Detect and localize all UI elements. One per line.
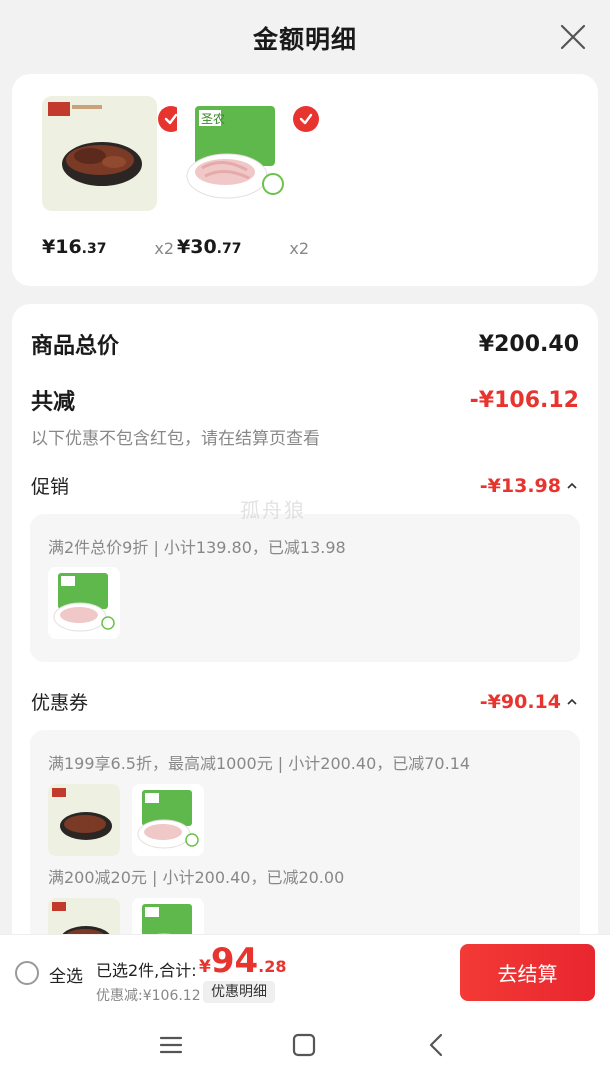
- home-icon[interactable]: [289, 1030, 319, 1060]
- close-icon[interactable]: [558, 22, 588, 52]
- promo-value: -¥13.98: [480, 475, 579, 497]
- coupon-value: -¥90.14: [480, 691, 579, 713]
- product-quantity: x2: [289, 239, 309, 258]
- chevron-up-icon[interactable]: [565, 479, 579, 493]
- product-price: ¥30.77: [177, 236, 242, 258]
- reduce-label: 共减: [31, 390, 76, 415]
- selected-products-card: ¥16.37 x2 圣农 ¥30.77 x2: [12, 74, 598, 286]
- watermark: 孤舟狼: [240, 498, 306, 522]
- subtotal-row: 商品总价 ¥200.40: [31, 328, 579, 360]
- menu-icon[interactable]: [156, 1030, 186, 1060]
- back-icon[interactable]: [422, 1030, 452, 1060]
- reduce-value: -¥106.12: [469, 387, 579, 413]
- chevron-up-icon[interactable]: [565, 695, 579, 709]
- page-title: 金额明细: [252, 25, 357, 54]
- subtotal-label: 商品总价: [31, 334, 120, 359]
- reduce-row: 共减 -¥106.12: [31, 384, 579, 416]
- product-thumbnail: [48, 784, 120, 856]
- coupon-label: 优惠券: [31, 692, 89, 714]
- product-image: [42, 96, 157, 211]
- checked-icon[interactable]: [293, 106, 319, 132]
- discount-amount: 优惠减:¥106.12: [96, 988, 201, 1004]
- product-item[interactable]: ¥16.37 x2: [42, 96, 184, 266]
- modal-header: 金额明细: [0, 0, 610, 76]
- coupon-detail-box: 满199享6.5折，最高减1000元 | 小计200.40，已减70.14 满2…: [30, 730, 580, 944]
- price-detail-card: 商品总价 ¥200.40 共减 -¥106.12 以下优惠不包含红包，请在结算页…: [12, 304, 598, 944]
- coupon-rule: 满200减20元 | 小计200.40，已减20.00: [48, 868, 345, 887]
- promo-label: 促销: [31, 476, 70, 498]
- coupon-rule: 满199享6.5折，最高减1000元 | 小计200.40，已减70.14: [48, 754, 471, 773]
- system-nav-bar: [0, 1008, 610, 1080]
- total-amount: ¥94.28: [199, 941, 287, 981]
- selected-count: 已选2件,合计:: [96, 961, 197, 980]
- product-item[interactable]: 圣农 ¥30.77 x2: [177, 96, 319, 266]
- checkout-button[interactable]: 去结算: [460, 944, 595, 1001]
- coupon-row[interactable]: 优惠券 -¥90.14: [31, 688, 579, 715]
- product-thumbnail: [132, 784, 204, 856]
- select-all-radio[interactable]: [15, 961, 39, 985]
- discount-note: 以下优惠不包含红包，请在结算页查看: [31, 429, 320, 449]
- product-thumbnail: [48, 567, 120, 639]
- product-quantity: x2: [154, 239, 174, 258]
- select-all-label[interactable]: 全选: [49, 962, 83, 987]
- subtotal-value: ¥200.40: [478, 331, 579, 357]
- promo-detail-box: 满2件总价9折 | 小计139.80，已减13.98: [30, 514, 580, 662]
- promo-rule: 满2件总价9折 | 小计139.80，已减13.98: [48, 538, 346, 557]
- product-price: ¥16.37: [42, 236, 107, 258]
- product-image: 圣农: [177, 96, 292, 211]
- checkout-bar: 全选 已选2件,合计: ¥94.28 优惠减:¥106.12 优惠明细 去结算: [0, 934, 610, 1008]
- svg-text:圣农: 圣农: [201, 112, 225, 126]
- discount-detail-button[interactable]: 优惠明细: [203, 981, 275, 1003]
